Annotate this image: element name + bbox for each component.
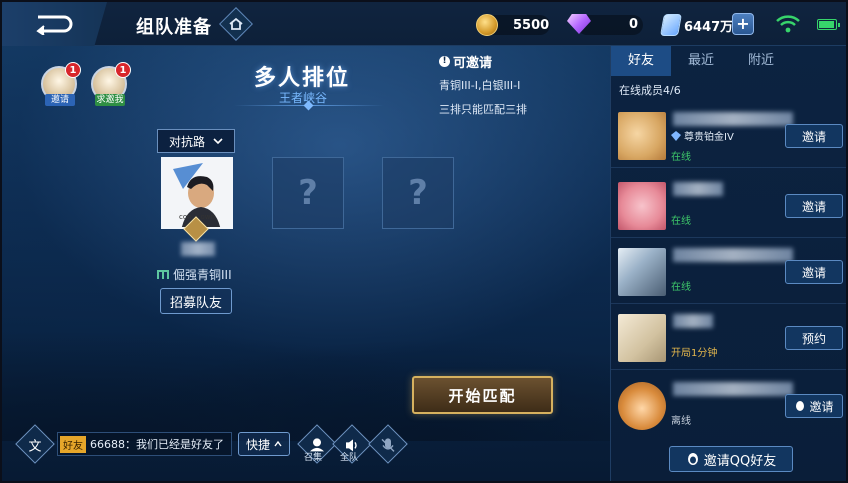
- quick-request-label: 求邀我: [95, 94, 125, 106]
- mode-subtitle: 王者峡谷: [279, 91, 328, 105]
- mode-title: 多人排位: [254, 66, 351, 91]
- home-icon: [229, 17, 243, 30]
- friend-row[interactable]: 离线 邀请: [611, 374, 846, 438]
- online-count: 在线成员4/6: [619, 84, 681, 97]
- quick-chat-label: 快捷: [245, 437, 270, 452]
- friend-row[interactable]: 开局1分钟 预约: [611, 306, 846, 370]
- chevron-up-icon: [274, 441, 282, 447]
- invite-qq-friends-label: 邀请QQ好友: [703, 453, 777, 469]
- quick-chat-button[interactable]: 快捷: [238, 432, 290, 456]
- diamond-currency: 0: [567, 14, 638, 34]
- qq-invite-label: 邀请: [809, 399, 834, 414]
- game-screen: 组队准备 5500 0 6447万 + 1 邀请 1 求邀我 多人排位 王者峡谷…: [0, 0, 848, 483]
- platinum-rank-icon: [671, 130, 681, 141]
- wifi-icon: [776, 15, 800, 33]
- quick-request-avatar[interactable]: 1 求邀我: [91, 62, 131, 106]
- friend-name: [673, 314, 713, 328]
- friend-status: 离线: [671, 416, 691, 427]
- invite-button[interactable]: 邀请: [785, 194, 843, 218]
- recruit-button[interactable]: 招募队友: [160, 288, 232, 314]
- qq-penguin-icon: [687, 453, 698, 465]
- chat-message: 66688：我们已经是好友了: [90, 438, 224, 451]
- empty-slot-2[interactable]: ?: [272, 157, 344, 229]
- invite-button[interactable]: 邀请: [785, 124, 843, 148]
- friend-row[interactable]: 在线 邀请: [611, 240, 846, 304]
- chat-bar[interactable]: 好友 66688：我们已经是好友了: [57, 432, 232, 456]
- coupon-value: 6447万: [684, 19, 734, 35]
- back-arrow-icon: [35, 15, 72, 35]
- question-mark-icon: ?: [298, 173, 318, 213]
- gold-currency: 5500: [476, 14, 549, 36]
- summon-label: 召集: [304, 453, 323, 463]
- tab-nearby[interactable]: 附近: [731, 46, 791, 76]
- chevron-down-icon: [213, 138, 223, 145]
- mic-muted-icon: [381, 438, 395, 452]
- reserve-button[interactable]: 预约: [785, 326, 843, 350]
- qq-penguin-icon: [796, 401, 805, 411]
- friend-avatar: [618, 182, 666, 230]
- back-button[interactable]: [2, 2, 107, 46]
- invite-button[interactable]: 邀请: [785, 260, 843, 284]
- friend-row[interactable]: 在线 邀请: [611, 174, 846, 238]
- recharge-plus-button[interactable]: +: [732, 13, 754, 35]
- friend-tabs: 好友 最近 附近: [611, 46, 846, 76]
- diamond-value: 0: [629, 16, 639, 32]
- friend-name: [673, 248, 793, 262]
- info-icon: !: [439, 56, 450, 67]
- player-rank-text: 倔强青铜III: [173, 268, 232, 282]
- friend-name: [673, 112, 793, 126]
- friend-status: 开局1分钟: [671, 348, 718, 359]
- empty-slot-3[interactable]: ?: [382, 157, 454, 229]
- mode-divider: [234, 105, 384, 106]
- quick-invite-avatar[interactable]: 1 邀请: [41, 62, 81, 106]
- friend-rank-text: 尊贵铂金IV: [684, 132, 734, 143]
- lane-select-value: 对抗路: [168, 134, 205, 149]
- player-name: [181, 242, 215, 256]
- quick-invite-badge: 1: [65, 62, 81, 78]
- gold-coin-icon: [476, 14, 498, 36]
- chat-tag: 好友: [60, 435, 86, 453]
- team-voice-label: 全队: [340, 453, 359, 463]
- friend-status: 在线: [671, 152, 691, 163]
- friend-row[interactable]: 尊贵铂金IV 在线 邀请: [611, 104, 846, 168]
- bronze-rank-icon: [157, 269, 169, 279]
- invite-info-heading: 可邀请: [453, 56, 493, 71]
- voice-to-text-icon: 文: [28, 439, 41, 454]
- page-title: 组队准备: [136, 17, 212, 38]
- friend-name: [673, 182, 723, 196]
- qq-invite-button[interactable]: 邀请: [785, 394, 843, 418]
- lane-select[interactable]: 对抗路: [157, 129, 235, 153]
- player-rank: 倔强青铜III: [157, 266, 232, 283]
- friend-avatar: [618, 314, 666, 362]
- top-bar: 组队准备 5500 0 6447万 +: [2, 2, 846, 46]
- home-button[interactable]: [219, 7, 253, 41]
- quick-request-badge: 1: [115, 62, 131, 78]
- voice-to-text-glyph: 文: [28, 439, 41, 454]
- quick-invite-label: 邀请: [45, 94, 75, 106]
- friend-avatar: [618, 382, 666, 430]
- tab-friends[interactable]: 好友: [611, 46, 671, 76]
- invite-info-line1: 青铜III-I,白银III-I: [439, 79, 521, 92]
- friend-status: 在线: [671, 216, 691, 227]
- invite-info: ! 可邀请 青铜III-I,白银III-I 三排只能匹配三排: [439, 52, 527, 125]
- coupon-currency: 6447万: [660, 14, 734, 36]
- friend-status: 在线: [671, 282, 691, 293]
- battery-icon: [817, 19, 840, 30]
- diamond-icon: [567, 14, 591, 34]
- friend-avatar: [618, 248, 666, 296]
- friends-panel: 好友 最近 附近 在线成员4/6 尊贵铂金IV 在线 邀请 在线 邀请 在线 邀…: [610, 46, 846, 481]
- friend-avatar: [618, 112, 666, 160]
- invite-qq-friends-button[interactable]: 邀请QQ好友: [669, 446, 793, 472]
- question-mark-icon: ?: [408, 173, 428, 213]
- friend-name: [673, 382, 793, 396]
- start-match-button[interactable]: 开始匹配: [412, 376, 553, 414]
- friend-rank: 尊贵铂金IV: [671, 128, 734, 143]
- gold-value: 5500: [513, 17, 550, 33]
- tab-recent[interactable]: 最近: [671, 46, 731, 76]
- invite-info-line2: 三排只能匹配三排: [439, 103, 527, 116]
- coupon-icon: [660, 14, 682, 36]
